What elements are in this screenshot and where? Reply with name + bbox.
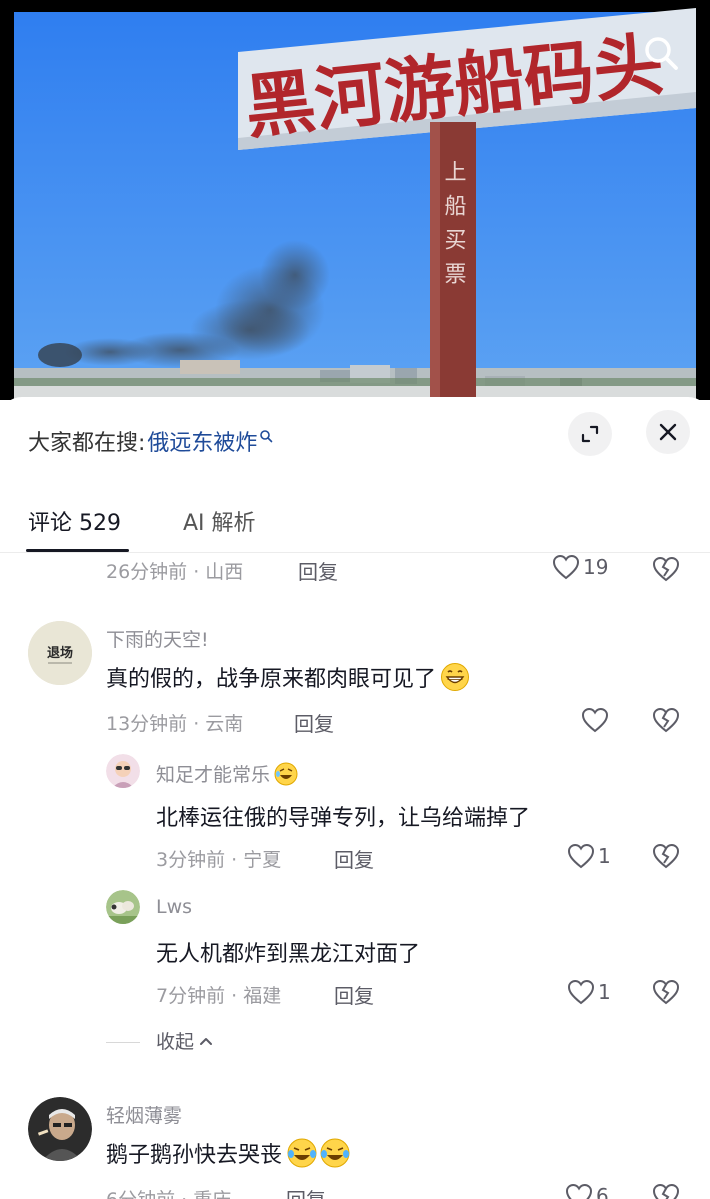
avatar-image [28,1097,92,1161]
like-button[interactable]: 6 [565,1183,609,1199]
broken-heart-icon [652,707,680,733]
comment-panel: 大家都在搜: 俄远东被炸 评论 529 AI 解析 26分钟前 · 山西 回复 … [0,397,710,1199]
avatar[interactable] [28,1097,92,1161]
chevron-up-icon [200,1037,213,1045]
broken-heart-icon [652,1183,680,1199]
comment-username[interactable]: 下雨的天空! [106,625,209,652]
avatar-image [106,890,140,924]
heart-icon [567,843,595,869]
video-frame: 黑河游船码头 上船买票 [14,8,696,400]
reply-button[interactable]: 回复 [286,1184,326,1199]
collapse-replies-button[interactable]: 收起 [156,1027,214,1054]
video-player[interactable]: 黑河游船码头 上船买票 [0,0,710,400]
comment-text: 鹅子鹅孙快去哭丧 [106,1137,351,1169]
comment-text-body: 真的假的，战争原来都肉眼可见了 [106,667,437,692]
comment-username[interactable]: 知足才能常乐 [156,760,298,787]
close-button[interactable] [646,410,690,454]
dislike-button[interactable] [652,1183,680,1199]
like-button[interactable]: 1 [567,843,611,869]
collapse-divider [106,1042,140,1043]
active-tab-indicator [26,549,129,552]
comment-username[interactable]: Lws [156,896,192,918]
broken-heart-icon [652,843,680,869]
reply-button[interactable]: 回复 [294,708,334,737]
broken-heart-icon [652,979,680,1005]
comment-username-text: 知足才能常乐 [156,764,271,786]
heart-icon [581,707,609,733]
heart-icon [567,979,595,1005]
search-icon [260,430,273,443]
comment-text: 北棒运往俄的导弹专列，让乌给端掉了 [156,806,531,831]
laughing-crying-emoji-icon [320,1138,350,1168]
hot-search-prefix: 大家都在搜: [28,431,146,456]
broken-heart-icon [652,556,680,582]
heart-icon [552,554,580,580]
reply-button[interactable]: 回复 [298,556,338,585]
expand-icon [581,425,599,443]
avatar[interactable]: 退场 [28,621,92,685]
comment-text: 真的假的，战争原来都肉眼可见了 [106,661,470,693]
comment-username[interactable]: 轻烟薄雾 [106,1101,182,1128]
comment-meta: 6分钟前 · 重庆 [106,1185,231,1199]
comment-meta: 26分钟前 · 山西 [106,561,244,583]
dislike-button[interactable] [652,979,680,1009]
grin-emoji-icon [441,663,470,691]
avatar[interactable] [106,754,140,788]
avatar-text: 退场 [47,646,73,661]
like-count: 1 [598,844,611,868]
like-button[interactable]: 1 [567,979,611,1005]
comment-text-body: 鹅子鹅孙快去哭丧 [106,1143,283,1168]
like-count: 6 [596,1184,609,1199]
dislike-button[interactable] [652,843,680,873]
rofl-emoji-icon [274,762,298,785]
reply-button[interactable]: 回复 [334,980,374,1009]
avatar-image: 退场 [28,621,92,685]
like-count: 1 [598,980,611,1004]
dislike-button[interactable] [652,556,680,586]
collapse-label: 收起 [156,1031,195,1053]
hot-search-keyword[interactable]: 俄远东被炸 [147,425,257,457]
expand-button[interactable] [568,412,612,456]
like-button[interactable]: 19 [552,554,608,580]
like-count: 19 [583,555,609,579]
comment-text: 无人机都炸到黑龙江对面了 [156,942,421,967]
avatar-image [106,754,140,788]
laughing-crying-emoji-icon [287,1138,317,1168]
like-button[interactable] [581,707,612,733]
close-icon [659,423,677,441]
comment-meta: 13分钟前 · 云南 [106,713,244,735]
comment-tabs: 评论 529 AI 解析 [0,497,710,553]
comment-meta: 7分钟前 · 福建 [156,985,282,1007]
search-button[interactable] [636,28,688,80]
pole-text: 上船买票 [441,160,467,296]
tab-ai-analysis[interactable]: AI 解析 [183,505,256,537]
hot-search-bar[interactable]: 大家都在搜: 俄远东被炸 [28,424,273,458]
heart-icon [565,1183,593,1199]
tab-comments[interactable]: 评论 529 [28,505,121,537]
reply-button[interactable]: 回复 [334,844,374,873]
avatar[interactable] [106,890,140,924]
dislike-button[interactable] [652,707,680,737]
comment-meta: 3分钟前 · 宁夏 [156,849,282,871]
search-icon [645,37,678,70]
